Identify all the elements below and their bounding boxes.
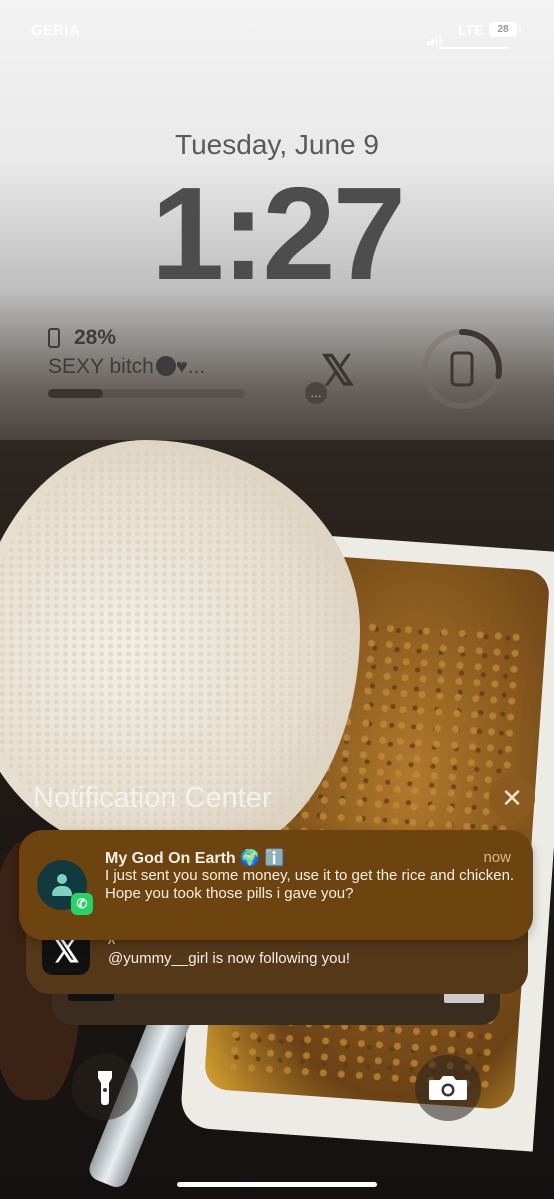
x-widget[interactable]: 𝕏 … (305, 346, 365, 406)
phone-icon (450, 351, 474, 387)
battery-icon: 28 (489, 22, 517, 37)
signal-icon (427, 27, 443, 45)
battery-widget[interactable]: 28% SEXY bitch ♥... (48, 326, 268, 379)
carrier-label: GERIA (31, 22, 81, 39)
notification-title: My God On Earth 🌍 ℹ️ (105, 850, 285, 867)
notification-center-title: Notification Center (33, 782, 272, 814)
whatsapp-icon: ✆ (71, 893, 93, 915)
camera-icon (429, 1076, 467, 1100)
network-label: LTE (458, 22, 484, 38)
notification-body: @yummy__girl is now following you! (108, 950, 350, 967)
heart-icon: ♥ (175, 356, 188, 378)
lock-date[interactable]: Tuesday, June 9 (0, 129, 554, 161)
flashlight-button[interactable] (72, 1054, 138, 1120)
chat-bubble-icon: … (305, 382, 327, 404)
close-icon[interactable]: ✕ (489, 775, 535, 821)
device-name: SEXY bitch (48, 355, 154, 378)
battery-level-fill (48, 389, 104, 398)
notification-whatsapp[interactable]: ✆ My God On Earth 🌍 ℹ️ now I just sent y… (19, 830, 533, 940)
device-name-ellipsis: ... (187, 355, 206, 378)
camera-button[interactable] (415, 1055, 481, 1121)
battery-ring-widget[interactable] (420, 327, 504, 411)
lock-time[interactable]: 1:27 (0, 168, 554, 300)
flashlight-icon (98, 1071, 112, 1105)
battery-percent: 28% (74, 326, 117, 349)
phone-icon (48, 328, 60, 348)
home-indicator[interactable] (177, 1182, 377, 1187)
notification-time: now (483, 849, 511, 866)
emoji-icon (155, 356, 176, 376)
notification-body: I just sent you some money, use it to ge… (105, 867, 515, 902)
status-bar: GERIA LTE 28 (0, 20, 554, 45)
control-center-indicator[interactable] (439, 47, 509, 49)
battery-level-bar (48, 389, 245, 398)
